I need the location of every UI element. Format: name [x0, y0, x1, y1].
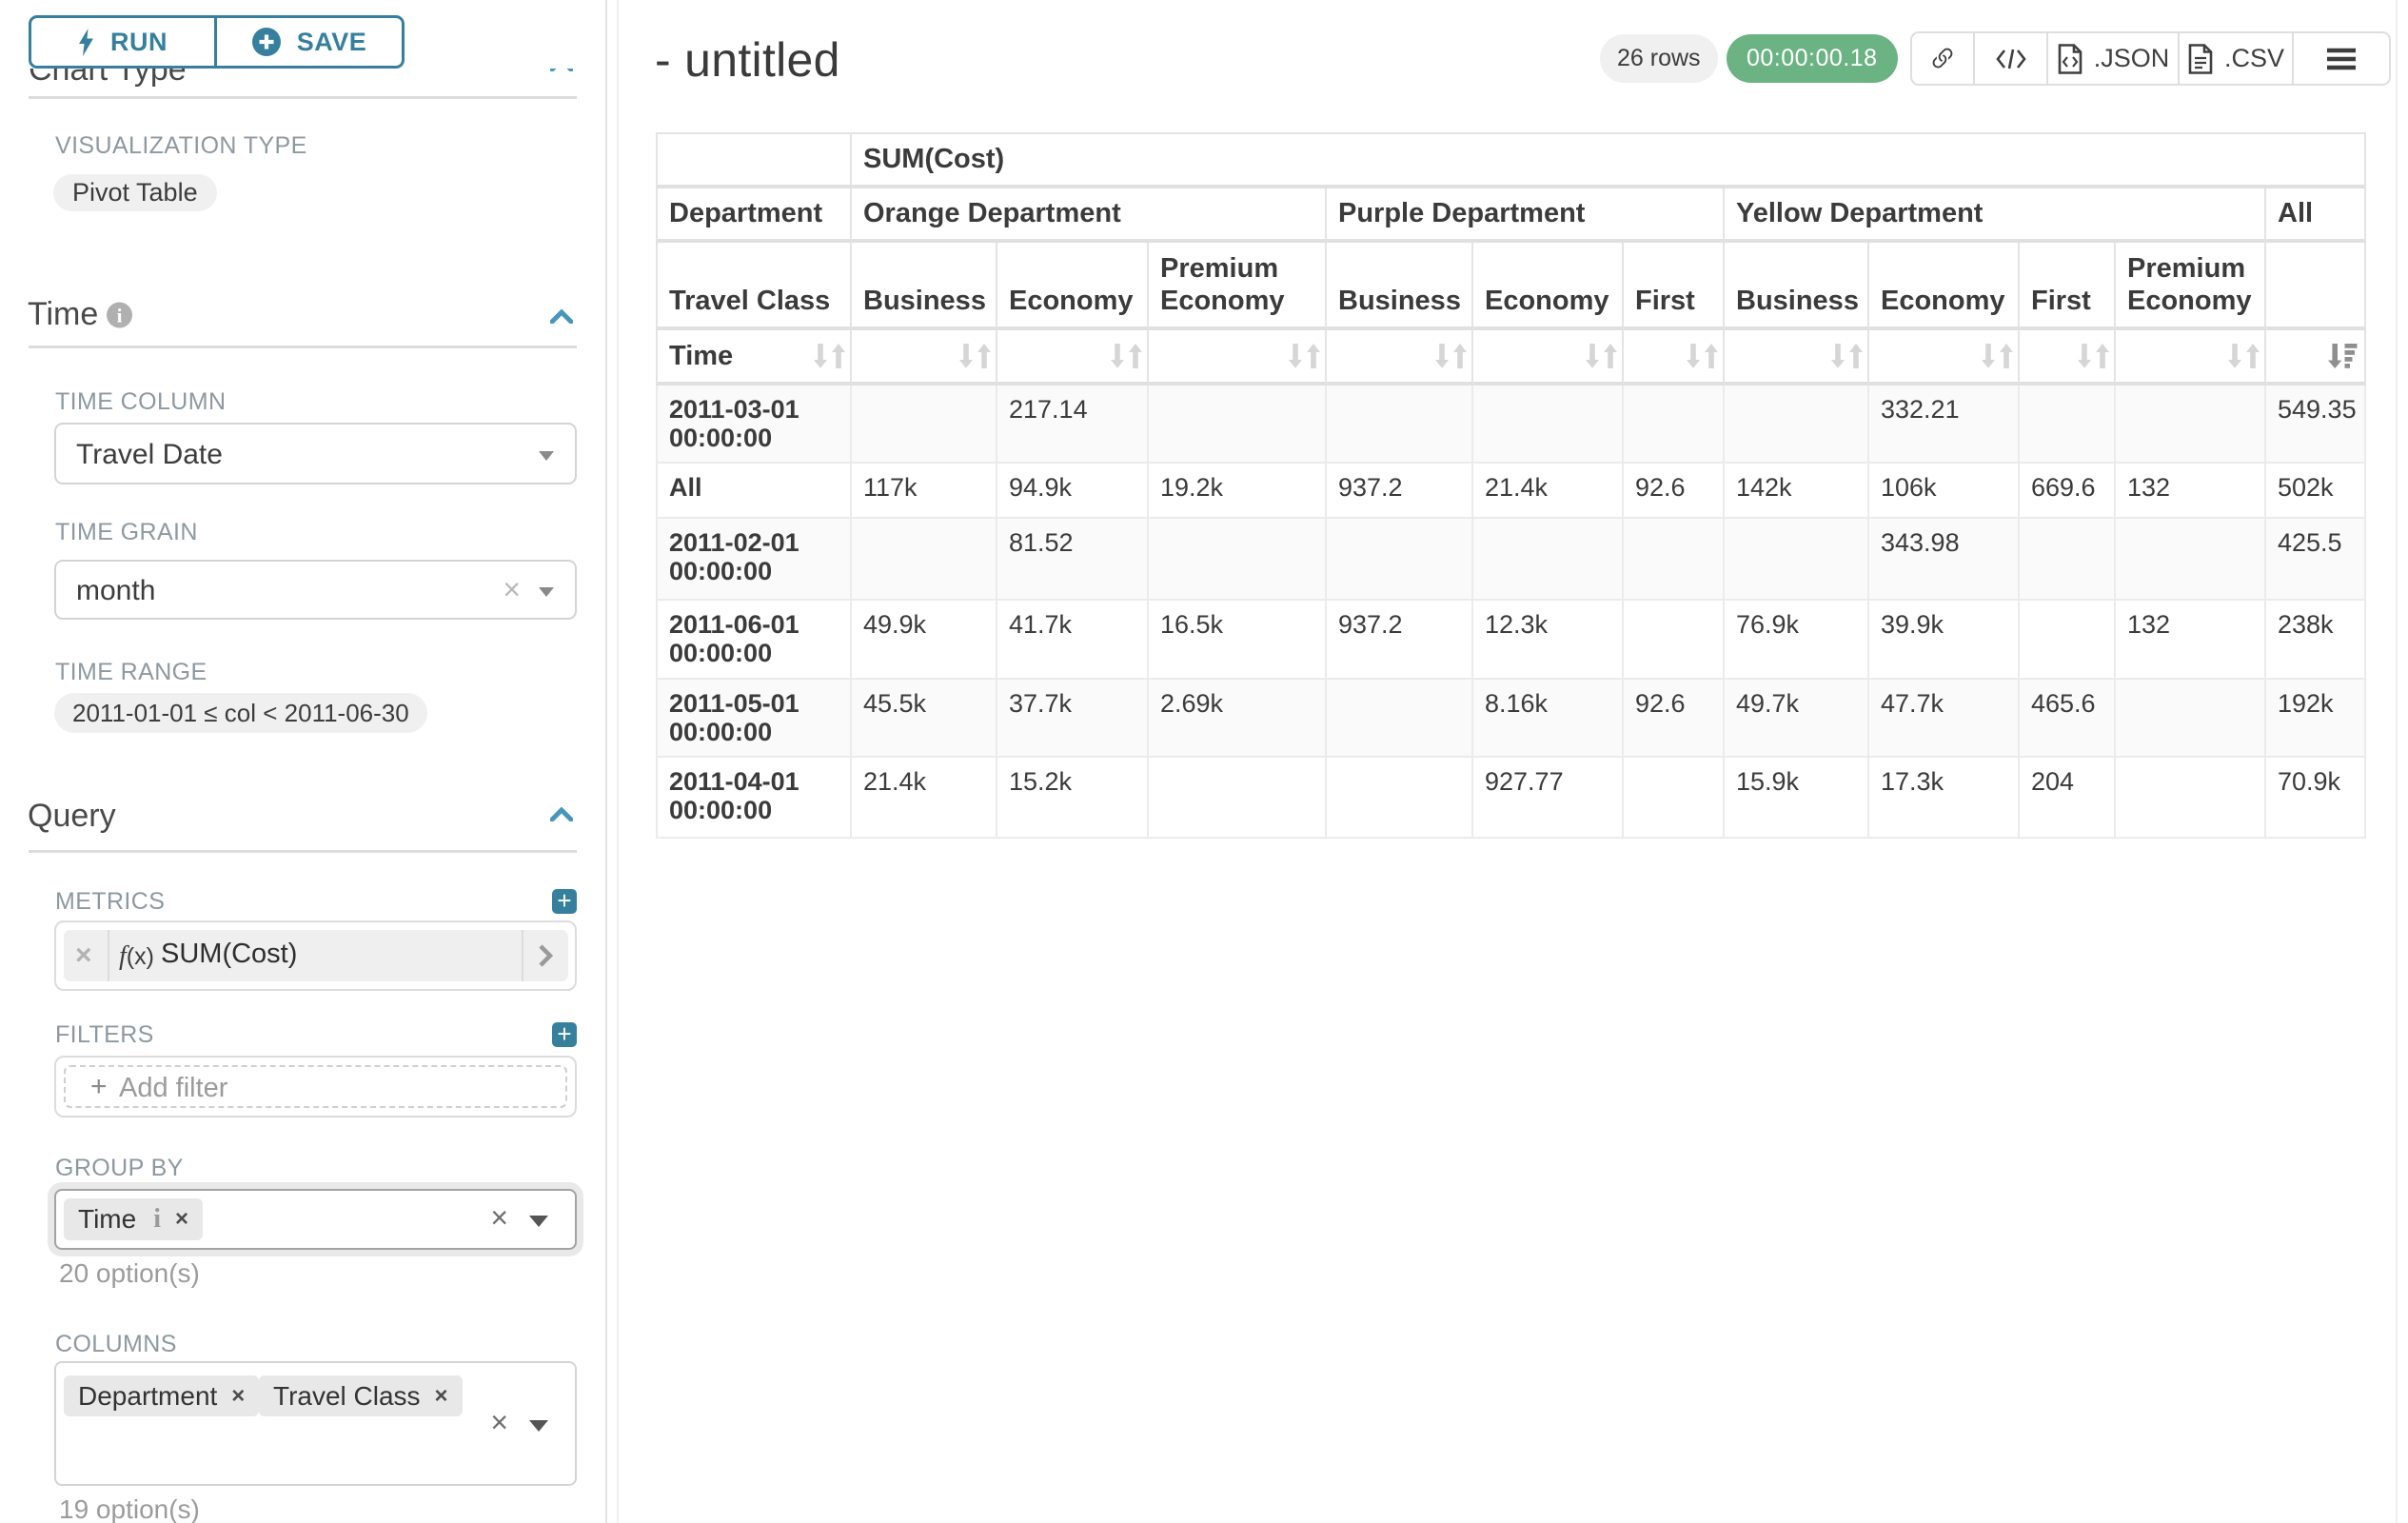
svg-text:i: i: [117, 305, 123, 327]
